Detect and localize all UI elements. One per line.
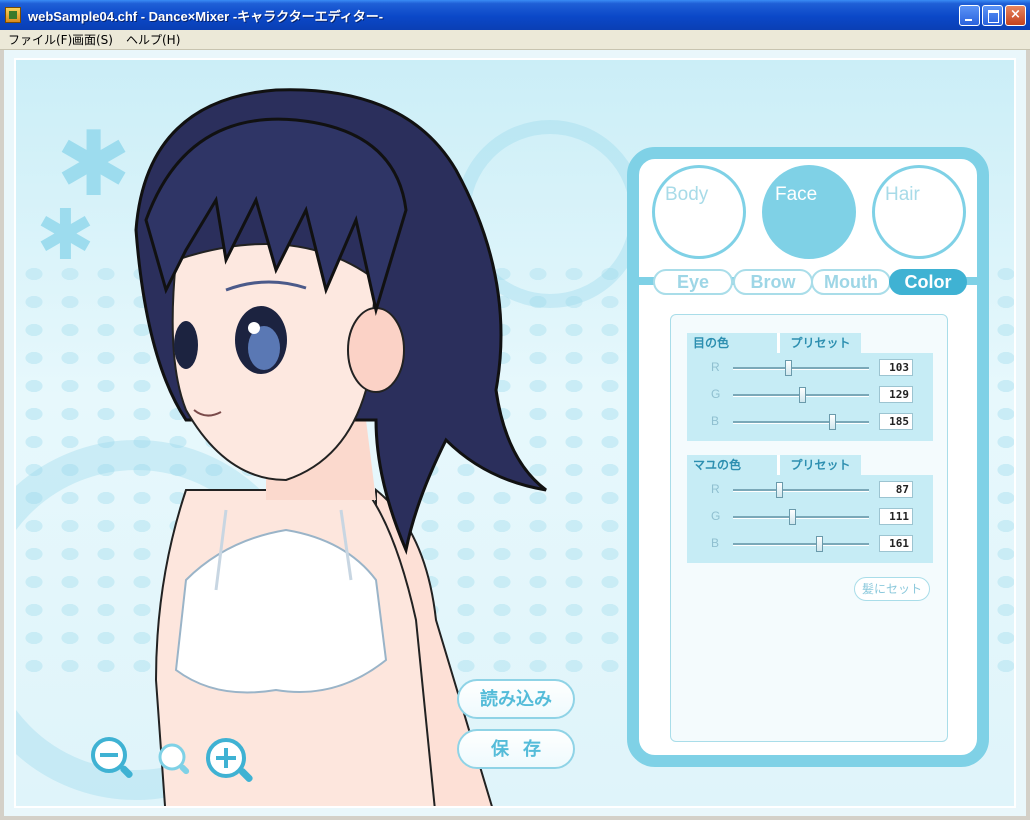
save-button[interactable]: 保存 bbox=[457, 729, 575, 769]
close-icon: × bbox=[1010, 7, 1021, 22]
slider-thumb[interactable] bbox=[798, 387, 806, 403]
zoom-in-icon bbox=[206, 738, 253, 782]
brow-color-row-g: G 111 bbox=[687, 506, 933, 528]
title-bar: webSample04.chf - Dance×Mixer -キャラクターエディ… bbox=[0, 0, 1030, 30]
channel-label: R bbox=[711, 360, 720, 374]
brow-g-value[interactable]: 111 bbox=[879, 508, 913, 525]
menu-bar: ファイル(F) 画面(S) ヘルプ(H) bbox=[0, 30, 1030, 50]
menu-help[interactable]: ヘルプ(H) bbox=[126, 31, 180, 48]
slider-thumb[interactable] bbox=[789, 509, 797, 525]
category-hair[interactable]: Hair bbox=[872, 165, 966, 259]
channel-label: B bbox=[711, 414, 720, 428]
color-settings-area: 目の色 プリセット R 103 G 129 B 185 マユの色 プリセット R… bbox=[670, 314, 948, 742]
brow-r-value[interactable]: 87 bbox=[879, 481, 913, 498]
brow-b-value[interactable]: 161 bbox=[879, 535, 913, 552]
tab-color[interactable]: Color bbox=[889, 269, 967, 295]
eye-color-row-b: B 185 bbox=[687, 411, 933, 433]
brow-color-title: マユの色 bbox=[687, 455, 777, 475]
slider-thumb[interactable] bbox=[776, 482, 784, 498]
client-area: ✱ ✱ 読み込み 保存 Body Face Hair Eye Brow Mout… bbox=[4, 50, 1026, 816]
eye-b-value[interactable]: 185 bbox=[879, 413, 913, 430]
eye-color-row-r: R 103 bbox=[687, 357, 933, 379]
tab-brow[interactable]: Brow bbox=[733, 269, 813, 295]
window-title: webSample04.chf - Dance×Mixer -キャラクターエディ… bbox=[28, 9, 384, 24]
brow-color-row-r: R 87 bbox=[687, 479, 933, 501]
slider-thumb[interactable] bbox=[828, 414, 836, 430]
brow-g-slider[interactable] bbox=[733, 509, 869, 525]
brow-color-row-b: B 161 bbox=[687, 533, 933, 555]
brow-color-group: マユの色 プリセット R 87 G 111 B 161 bbox=[687, 455, 933, 563]
menu-file[interactable]: ファイル(F) bbox=[8, 31, 72, 48]
maximize-button[interactable] bbox=[982, 5, 1003, 26]
tab-mouth[interactable]: Mouth bbox=[811, 269, 891, 295]
editor-panel: Body Face Hair Eye Brow Mouth Color 目の色 … bbox=[627, 147, 989, 767]
eye-color-preset-button[interactable]: プリセット bbox=[777, 333, 861, 353]
eye-color-row-g: G 129 bbox=[687, 384, 933, 406]
eye-color-title: 目の色 bbox=[687, 333, 777, 353]
zoom-reset-icon bbox=[158, 743, 190, 775]
brow-r-slider[interactable] bbox=[733, 482, 869, 498]
channel-label: G bbox=[711, 387, 721, 401]
brow-color-header: マユの色 プリセット bbox=[687, 455, 933, 475]
close-button[interactable]: × bbox=[1005, 5, 1026, 26]
load-button[interactable]: 読み込み bbox=[457, 679, 575, 719]
eye-r-slider[interactable] bbox=[733, 360, 869, 376]
eye-g-slider[interactable] bbox=[733, 387, 869, 403]
app-icon[interactable] bbox=[5, 7, 21, 23]
category-face[interactable]: Face bbox=[762, 165, 856, 259]
category-body[interactable]: Body bbox=[652, 165, 746, 259]
slider-thumb[interactable] bbox=[815, 536, 823, 552]
eye-r-value[interactable]: 103 bbox=[879, 359, 913, 376]
menu-screen[interactable]: 画面(S) bbox=[72, 31, 113, 48]
zoom-in-button[interactable] bbox=[204, 736, 258, 788]
slider-thumb[interactable] bbox=[784, 360, 792, 376]
channel-label: B bbox=[711, 536, 720, 550]
zoom-out-icon bbox=[91, 737, 133, 778]
eye-b-slider[interactable] bbox=[733, 414, 869, 430]
eye-color-group: 目の色 プリセット R 103 G 129 B 185 bbox=[687, 333, 933, 441]
apply-to-hair-button[interactable]: 髪にセット bbox=[854, 577, 930, 601]
zoom-reset-button[interactable] bbox=[157, 742, 191, 778]
channel-label: G bbox=[711, 509, 721, 523]
brow-b-slider[interactable] bbox=[733, 536, 869, 552]
brow-color-preset-button[interactable]: プリセット bbox=[777, 455, 861, 475]
eye-color-header: 目の色 プリセット bbox=[687, 333, 933, 353]
channel-label: R bbox=[711, 482, 720, 496]
character-stage: ✱ ✱ 読み込み 保存 Body Face Hair Eye Brow Mout… bbox=[14, 58, 1016, 808]
zoom-out-button[interactable] bbox=[90, 736, 134, 780]
minimize-button[interactable] bbox=[959, 5, 980, 26]
eye-g-value[interactable]: 129 bbox=[879, 386, 913, 403]
tab-eye[interactable]: Eye bbox=[653, 269, 733, 295]
